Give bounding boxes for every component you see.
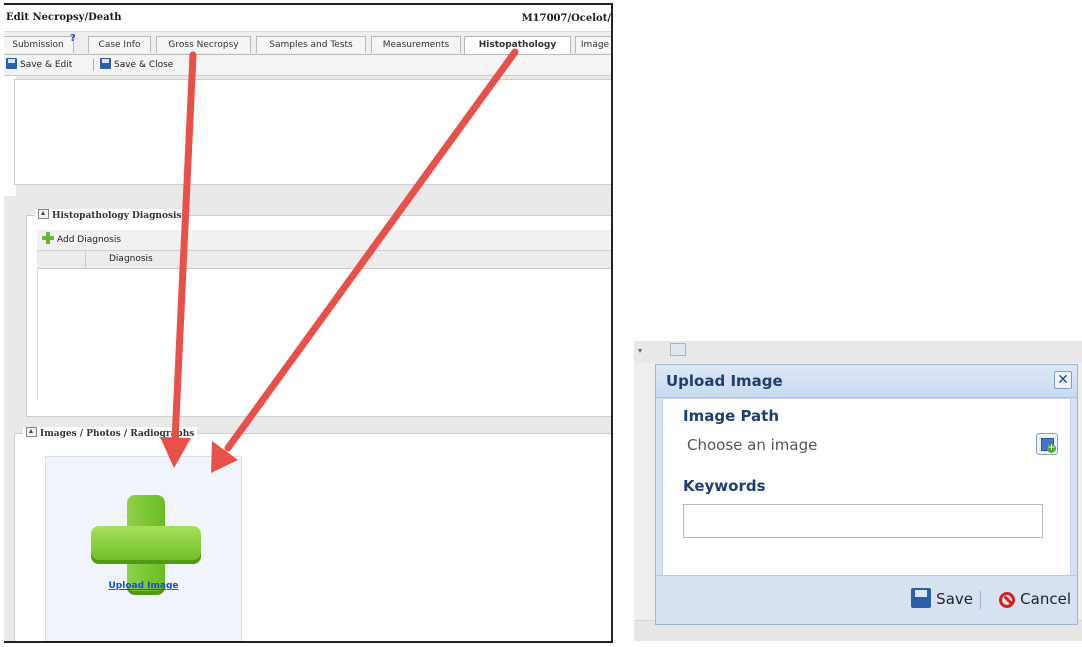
save-and-close-button[interactable]: Save & Close <box>100 57 173 73</box>
help-icon[interactable]: ? <box>70 33 76 44</box>
diagnosis-column-header[interactable]: Diagnosis <box>109 251 153 268</box>
images-section-legend: Images / Photos / Radiographs <box>23 427 198 439</box>
browse-image-icon[interactable]: + <box>1036 433 1058 455</box>
grid-select-column <box>37 251 86 268</box>
tab-case-info[interactable]: Case Info <box>88 36 151 53</box>
form-content: Histopathology Diagnosis Add Diagnosis D… <box>4 76 611 641</box>
add-image-plus-icon[interactable] <box>91 495 201 595</box>
upload-dialog-screenshot: Upload Image ✕ Image Path Choose an imag… <box>634 341 1082 641</box>
action-toolbar: Save & Edit Save & Close <box>4 55 611 76</box>
tab-measurements[interactable]: Measurements <box>371 36 461 53</box>
dialog-header: Upload Image ✕ <box>656 365 1077 398</box>
cancel-icon <box>999 592 1016 608</box>
record-id: M17007/Ocelot/ <box>521 13 611 24</box>
tab-strip: Submission ? Case Info Gross Necropsy Sa… <box>4 32 611 55</box>
add-diagnosis-button[interactable]: Add Diagnosis <box>37 232 121 245</box>
save-button[interactable]: Save <box>911 588 973 610</box>
keywords-label: Keywords <box>683 477 766 495</box>
save-disk-icon <box>100 58 111 69</box>
upload-image-link[interactable]: Upload Image <box>46 581 241 591</box>
tab-submission[interactable]: Submission <box>4 36 74 53</box>
histopathology-notes-panel[interactable] <box>14 79 611 185</box>
tab-histopathology[interactable]: Histopathology <box>464 36 571 54</box>
necropsy-editor-screenshot: Edit Necropsy/Death M17007/Ocelot/ Submi… <box>4 3 613 643</box>
save-disk-icon <box>911 588 932 608</box>
tab-image[interactable]: Image <box>575 36 611 53</box>
dialog-title: Upload Image <box>666 372 783 390</box>
dialog-body: Image Path Choose an image + Keywords <box>662 398 1071 576</box>
tab-samples-and-tests[interactable]: Samples and Tests <box>256 36 366 53</box>
footer-separator <box>980 591 981 609</box>
upload-image-tile[interactable]: Upload Image <box>45 456 242 641</box>
window-title: Edit Necropsy/Death <box>6 12 122 23</box>
list-icon <box>670 343 686 356</box>
diagnosis-grid-header: Diagnosis <box>37 251 611 269</box>
keywords-input[interactable] <box>683 504 1043 538</box>
diagnosis-grid-body <box>37 269 611 400</box>
save-disk-icon <box>6 58 17 69</box>
collapse-icon[interactable] <box>38 209 49 219</box>
dropdown-arrow-icon <box>638 349 642 353</box>
image-path-value: Choose an image <box>687 436 818 454</box>
cancel-button[interactable]: Cancel <box>999 588 1071 610</box>
diagnosis-section-legend: Histopathology Diagnosis <box>35 209 185 221</box>
diagnosis-toolbar: Add Diagnosis <box>37 230 611 251</box>
toolbar-separator <box>93 59 94 71</box>
image-path-label: Image Path <box>683 407 780 425</box>
save-and-edit-button[interactable]: Save & Edit <box>6 57 72 73</box>
add-icon <box>42 232 54 244</box>
close-icon[interactable]: ✕ <box>1054 371 1072 389</box>
upload-image-dialog: Upload Image ✕ Image Path Choose an imag… <box>655 364 1078 625</box>
histopathology-diagnosis-section: Histopathology Diagnosis Add Diagnosis D… <box>26 209 611 417</box>
window-title-bar: Edit Necropsy/Death M17007/Ocelot/ <box>4 5 611 32</box>
images-section: Images / Photos / Radiographs Upload Ima… <box>14 427 611 641</box>
collapse-icon[interactable] <box>26 427 37 437</box>
tab-gross-necropsy[interactable]: Gross Necropsy <box>156 36 251 53</box>
dialog-footer: Save Cancel <box>656 575 1077 624</box>
background-toolbar <box>634 341 1082 363</box>
